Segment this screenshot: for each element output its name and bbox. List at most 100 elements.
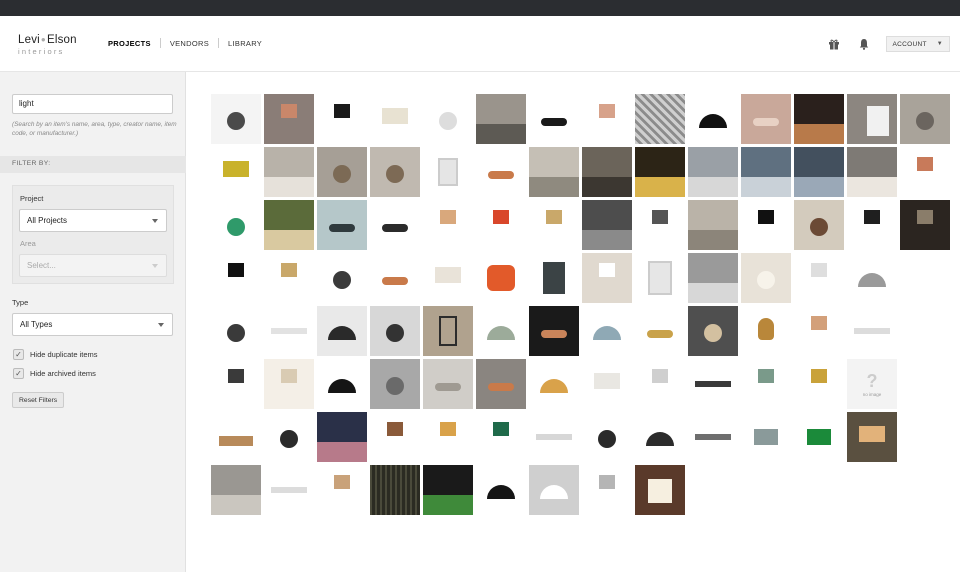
nav-vendors[interactable]: VENDORS [170, 39, 209, 48]
item-thumbnail[interactable] [635, 359, 685, 409]
item-thumbnail[interactable] [264, 306, 314, 356]
item-thumbnail[interactable] [370, 94, 420, 144]
item-thumbnail[interactable] [688, 253, 738, 303]
item-thumbnail[interactable] [370, 200, 420, 250]
item-thumbnail[interactable] [211, 412, 261, 462]
item-thumbnail[interactable] [317, 253, 367, 303]
item-thumbnail[interactable] [900, 253, 950, 303]
item-thumbnail[interactable] [741, 200, 791, 250]
item-thumbnail[interactable] [317, 465, 367, 515]
project-select[interactable]: All Projects [19, 209, 167, 232]
item-thumbnail[interactable] [529, 465, 579, 515]
item-thumbnail[interactable] [211, 306, 261, 356]
item-thumbnail[interactable] [794, 200, 844, 250]
item-thumbnail[interactable] [688, 147, 738, 197]
item-thumbnail[interactable] [211, 147, 261, 197]
item-thumbnail[interactable] [211, 359, 261, 409]
item-thumbnail[interactable] [635, 200, 685, 250]
item-thumbnail[interactable] [900, 94, 950, 144]
item-thumbnail[interactable] [847, 200, 897, 250]
item-thumbnail[interactable] [794, 359, 844, 409]
item-thumbnail[interactable] [264, 147, 314, 197]
item-thumbnail[interactable] [370, 465, 420, 515]
item-thumbnail[interactable] [794, 253, 844, 303]
bell-icon[interactable] [856, 36, 872, 52]
item-thumbnail[interactable] [211, 200, 261, 250]
item-thumbnail[interactable] [741, 412, 791, 462]
item-thumbnail[interactable] [529, 412, 579, 462]
item-thumbnail[interactable] [847, 147, 897, 197]
item-thumbnail[interactable] [582, 359, 632, 409]
item-thumbnail[interactable] [264, 359, 314, 409]
item-thumbnail[interactable] [741, 147, 791, 197]
search-input[interactable]: light [12, 94, 173, 114]
item-thumbnail[interactable] [317, 147, 367, 197]
logo[interactable]: Levi●Elson interiors [18, 34, 77, 55]
item-thumbnail[interactable] [370, 412, 420, 462]
item-thumbnail[interactable] [317, 306, 367, 356]
item-thumbnail[interactable] [900, 147, 950, 197]
item-thumbnail[interactable] [370, 147, 420, 197]
item-thumbnail[interactable] [370, 306, 420, 356]
item-thumbnail[interactable] [423, 412, 473, 462]
item-thumbnail[interactable] [423, 359, 473, 409]
item-thumbnail[interactable] [582, 253, 632, 303]
item-thumbnail[interactable] [264, 465, 314, 515]
item-thumbnail[interactable] [211, 94, 261, 144]
item-thumbnail[interactable] [476, 147, 526, 197]
item-thumbnail[interactable] [423, 465, 473, 515]
item-thumbnail[interactable] [635, 253, 685, 303]
item-thumbnail[interactable] [529, 94, 579, 144]
item-thumbnail[interactable] [423, 306, 473, 356]
item-thumbnail[interactable] [476, 465, 526, 515]
item-thumbnail[interactable]: ? no image [847, 359, 897, 409]
nav-library[interactable]: LIBRARY [228, 39, 262, 48]
item-thumbnail[interactable] [741, 253, 791, 303]
item-thumbnail[interactable] [264, 412, 314, 462]
item-thumbnail[interactable] [476, 94, 526, 144]
item-thumbnail[interactable] [635, 465, 685, 515]
item-thumbnail[interactable] [900, 200, 950, 250]
item-thumbnail[interactable] [529, 147, 579, 197]
item-thumbnail[interactable] [688, 359, 738, 409]
item-thumbnail[interactable] [794, 94, 844, 144]
item-thumbnail[interactable] [847, 94, 897, 144]
item-thumbnail[interactable] [423, 94, 473, 144]
item-thumbnail[interactable] [635, 306, 685, 356]
item-thumbnail[interactable] [582, 200, 632, 250]
nav-projects[interactable]: PROJECTS [108, 39, 151, 48]
item-thumbnail[interactable] [317, 94, 367, 144]
gift-icon[interactable] [826, 36, 842, 52]
item-thumbnail[interactable] [529, 253, 579, 303]
item-thumbnail[interactable] [688, 412, 738, 462]
item-thumbnail[interactable] [741, 359, 791, 409]
reset-filters-button[interactable]: Reset Filters [12, 392, 65, 408]
item-thumbnail[interactable] [211, 253, 261, 303]
item-thumbnail[interactable] [582, 412, 632, 462]
item-thumbnail[interactable] [741, 94, 791, 144]
item-thumbnail[interactable] [688, 306, 738, 356]
item-thumbnail[interactable] [529, 200, 579, 250]
item-thumbnail[interactable] [264, 94, 314, 144]
item-thumbnail[interactable] [794, 306, 844, 356]
item-thumbnail[interactable] [211, 465, 261, 515]
item-thumbnail[interactable] [370, 359, 420, 409]
item-thumbnail[interactable] [317, 412, 367, 462]
account-dropdown[interactable]: ACCOUNT ▼ [885, 36, 950, 52]
item-thumbnail[interactable] [370, 253, 420, 303]
item-thumbnail[interactable] [847, 306, 897, 356]
item-thumbnail[interactable] [582, 306, 632, 356]
item-thumbnail[interactable] [582, 465, 632, 515]
item-thumbnail[interactable] [635, 147, 685, 197]
item-thumbnail[interactable] [582, 147, 632, 197]
item-thumbnail[interactable] [741, 306, 791, 356]
item-thumbnail[interactable] [476, 359, 526, 409]
item-thumbnail[interactable] [635, 412, 685, 462]
hide-duplicates-checkbox[interactable]: ✓ Hide duplicate items [13, 349, 98, 360]
item-thumbnail[interactable] [582, 94, 632, 144]
item-thumbnail[interactable] [423, 147, 473, 197]
item-thumbnail[interactable] [423, 253, 473, 303]
item-thumbnail[interactable] [900, 306, 950, 356]
hide-archived-checkbox[interactable]: ✓ Hide archived items [13, 368, 96, 379]
item-thumbnail[interactable] [794, 147, 844, 197]
